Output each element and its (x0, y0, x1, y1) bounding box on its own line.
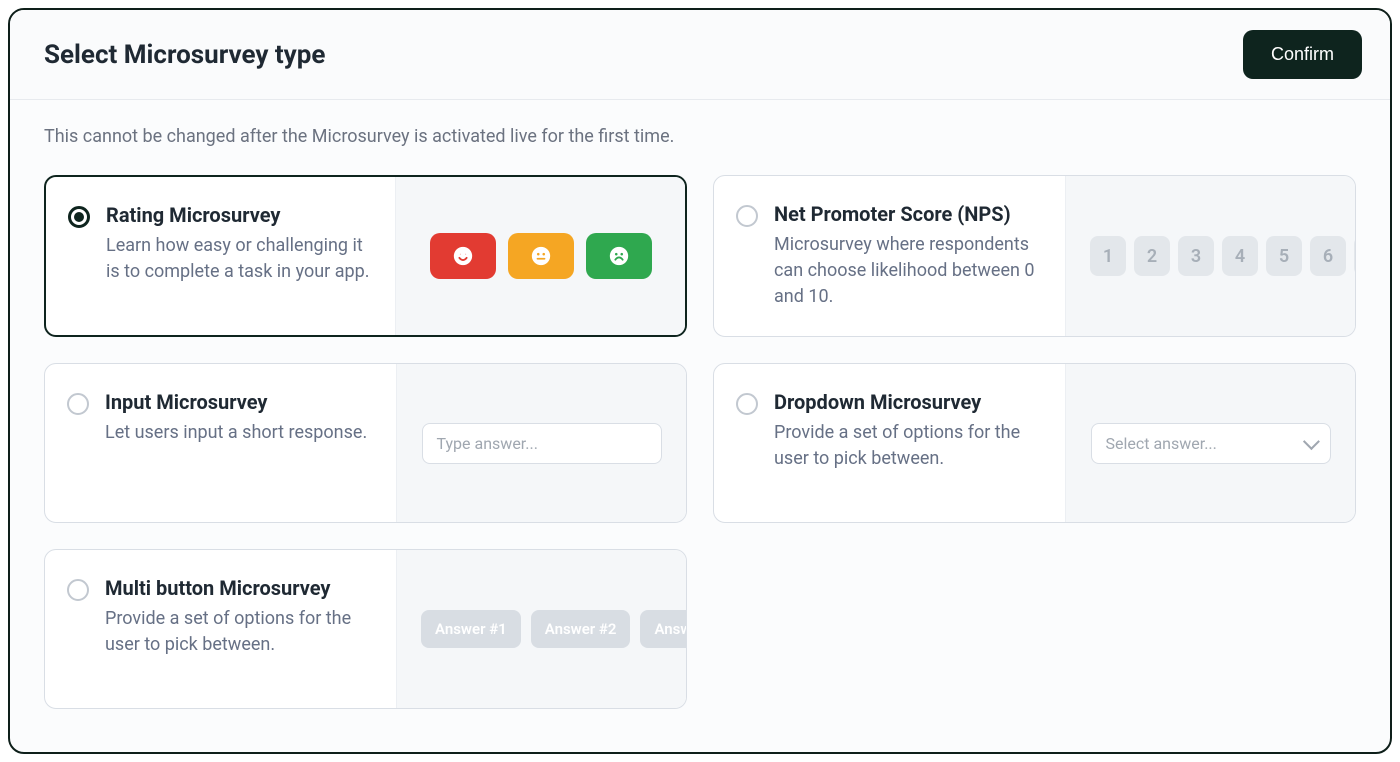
nps-number: 1 (1090, 236, 1126, 276)
option-rating[interactable]: Rating Microsurvey Learn how easy or cha… (44, 175, 687, 337)
radio-icon (67, 393, 89, 415)
panel-body: This cannot be changed after the Microsu… (10, 100, 1390, 752)
nps-number: 5 (1266, 236, 1302, 276)
option-input[interactable]: Input Microsurvey Let users input a shor… (44, 363, 687, 523)
nps-number: 4 (1222, 236, 1258, 276)
dropdown-placeholder-text: Select answer... (1106, 434, 1217, 453)
face-neutral-icon (508, 233, 574, 279)
radio-icon (67, 579, 89, 601)
multi-answer-chip: Answer #2 (531, 610, 631, 648)
option-multi-preview: Answer #1 Answer #2 Answer #3 (396, 550, 686, 708)
option-rating-preview (395, 177, 685, 335)
multi-answer-chip: Answer #1 (421, 610, 521, 648)
microsurvey-type-panel: Select Microsurvey type Confirm This can… (8, 8, 1392, 754)
face-sad-icon (586, 233, 652, 279)
option-nps-preview: 1 2 3 4 5 6 7 (1065, 176, 1355, 336)
input-placeholder-preview: Type answer... (422, 423, 662, 464)
option-multi-body: Multi button Microsurvey Provide a set o… (45, 550, 396, 708)
nps-number: 3 (1178, 236, 1214, 276)
option-input-body: Input Microsurvey Let users input a shor… (45, 364, 396, 522)
option-multi-button[interactable]: Multi button Microsurvey Provide a set o… (44, 549, 687, 709)
panel-header: Select Microsurvey type Confirm (10, 10, 1390, 100)
activation-hint: This cannot be changed after the Microsu… (44, 126, 1356, 147)
option-rating-title: Rating Microsurvey (106, 203, 377, 227)
option-rating-body: Rating Microsurvey Learn how easy or cha… (46, 177, 395, 335)
option-input-title: Input Microsurvey (105, 390, 367, 414)
face-happy-icon (430, 233, 496, 279)
option-multi-title: Multi button Microsurvey (105, 576, 378, 600)
option-dropdown-body: Dropdown Microsurvey Provide a set of op… (714, 364, 1065, 522)
nps-number: 6 (1310, 236, 1346, 276)
radio-icon (736, 393, 758, 415)
nps-number: 2 (1134, 236, 1170, 276)
dropdown-placeholder-preview: Select answer... (1091, 423, 1331, 464)
radio-icon (736, 205, 758, 227)
radio-selected-icon (68, 206, 90, 228)
nps-number: 7 (1354, 236, 1355, 276)
option-nps-title: Net Promoter Score (NPS) (774, 202, 1047, 226)
option-input-preview: Type answer... (396, 364, 686, 522)
option-multi-desc: Provide a set of options for the user to… (105, 606, 378, 658)
options-grid: Rating Microsurvey Learn how easy or cha… (44, 175, 1356, 709)
multi-answer-chip: Answer #3 (640, 610, 686, 648)
option-nps[interactable]: Net Promoter Score (NPS) Microsurvey whe… (713, 175, 1356, 337)
option-dropdown-desc: Provide a set of options for the user to… (774, 420, 1047, 472)
option-input-desc: Let users input a short response. (105, 420, 367, 446)
option-nps-desc: Microsurvey where respondents can choose… (774, 232, 1047, 310)
chevron-down-icon (1302, 433, 1319, 450)
panel-title: Select Microsurvey type (44, 40, 325, 70)
option-dropdown-preview: Select answer... (1065, 364, 1355, 522)
option-rating-desc: Learn how easy or challenging it is to c… (106, 233, 377, 285)
option-dropdown-title: Dropdown Microsurvey (774, 390, 1047, 414)
option-dropdown[interactable]: Dropdown Microsurvey Provide a set of op… (713, 363, 1356, 523)
confirm-button[interactable]: Confirm (1243, 30, 1362, 79)
option-nps-body: Net Promoter Score (NPS) Microsurvey whe… (714, 176, 1065, 336)
